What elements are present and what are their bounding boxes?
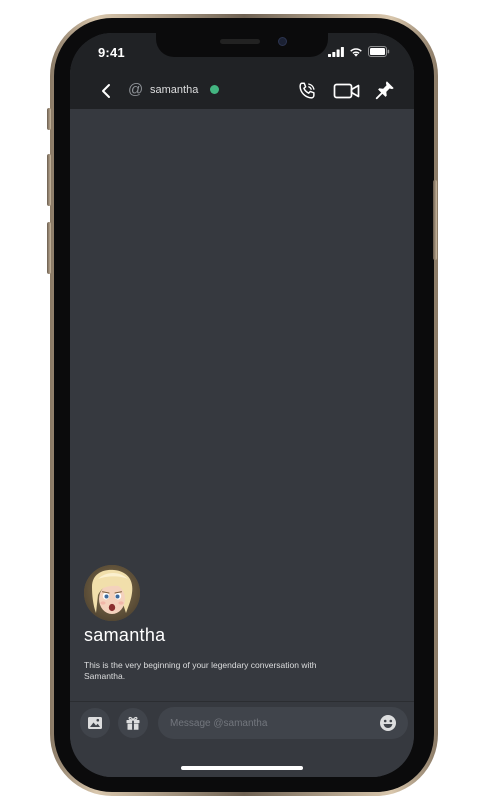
avatar-image: [84, 565, 140, 621]
avatar[interactable]: [84, 565, 140, 621]
app-screen: 9:41 @ samantha samantha This is the ver…: [70, 33, 414, 777]
emoji-icon[interactable]: [379, 714, 397, 732]
pin-icon[interactable]: [374, 79, 396, 101]
status-bar: 9:41: [70, 33, 414, 73]
conversation-intro-text: This is the very beginning of your legen…: [84, 660, 317, 681]
side-button-left-1: [47, 108, 51, 130]
speaker: [220, 39, 260, 44]
profile-name: samantha: [84, 625, 166, 645]
video-icon[interactable]: [333, 81, 361, 101]
home-indicator[interactable]: [181, 766, 303, 770]
message-composer: [70, 702, 414, 777]
conversation-welcome: samantha This is the very beginning of y…: [84, 565, 394, 682]
side-button-left-3: [47, 222, 51, 274]
side-button-right: [433, 180, 437, 260]
message-input[interactable]: [158, 707, 408, 739]
phone-icon[interactable]: [296, 80, 318, 102]
chat-header: @ samantha: [70, 73, 414, 109]
at-icon: @: [128, 81, 144, 98]
battery-icon: [368, 46, 390, 57]
online-status-indicator: [210, 85, 219, 94]
signal-icon: [328, 46, 344, 57]
gift-icon: [126, 716, 140, 730]
status-icons: [328, 46, 390, 57]
gift-button[interactable]: [118, 708, 148, 738]
front-camera: [278, 37, 287, 46]
wifi-icon: [350, 47, 362, 57]
image-icon: [88, 717, 102, 729]
status-time: 9:41: [98, 45, 125, 60]
back-icon[interactable]: [98, 82, 116, 100]
attach-image-button[interactable]: [80, 708, 110, 738]
header-username[interactable]: samantha: [150, 84, 198, 96]
side-button-left-2: [47, 154, 51, 206]
notch: [156, 33, 328, 57]
